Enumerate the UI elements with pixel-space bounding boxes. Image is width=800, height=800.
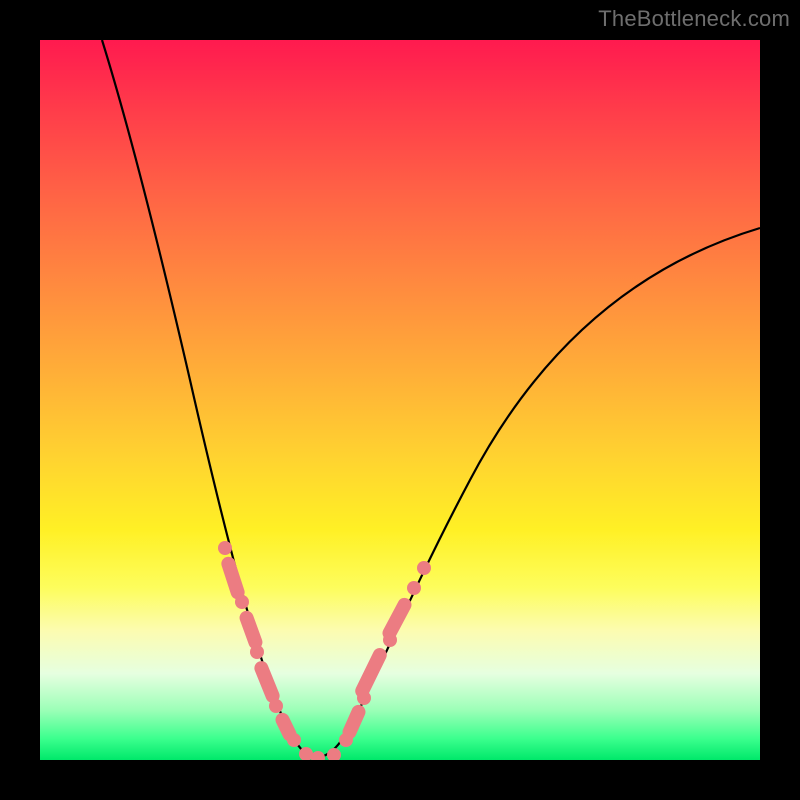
right-marker-cluster xyxy=(339,561,431,747)
left-marker-cluster xyxy=(218,541,313,760)
bottleneck-curve xyxy=(102,40,760,757)
bottleneck-curve-svg xyxy=(40,40,760,760)
plot-area xyxy=(40,40,760,760)
chart-frame: TheBottleneck.com xyxy=(0,0,800,800)
watermark-text: TheBottleneck.com xyxy=(598,6,790,32)
